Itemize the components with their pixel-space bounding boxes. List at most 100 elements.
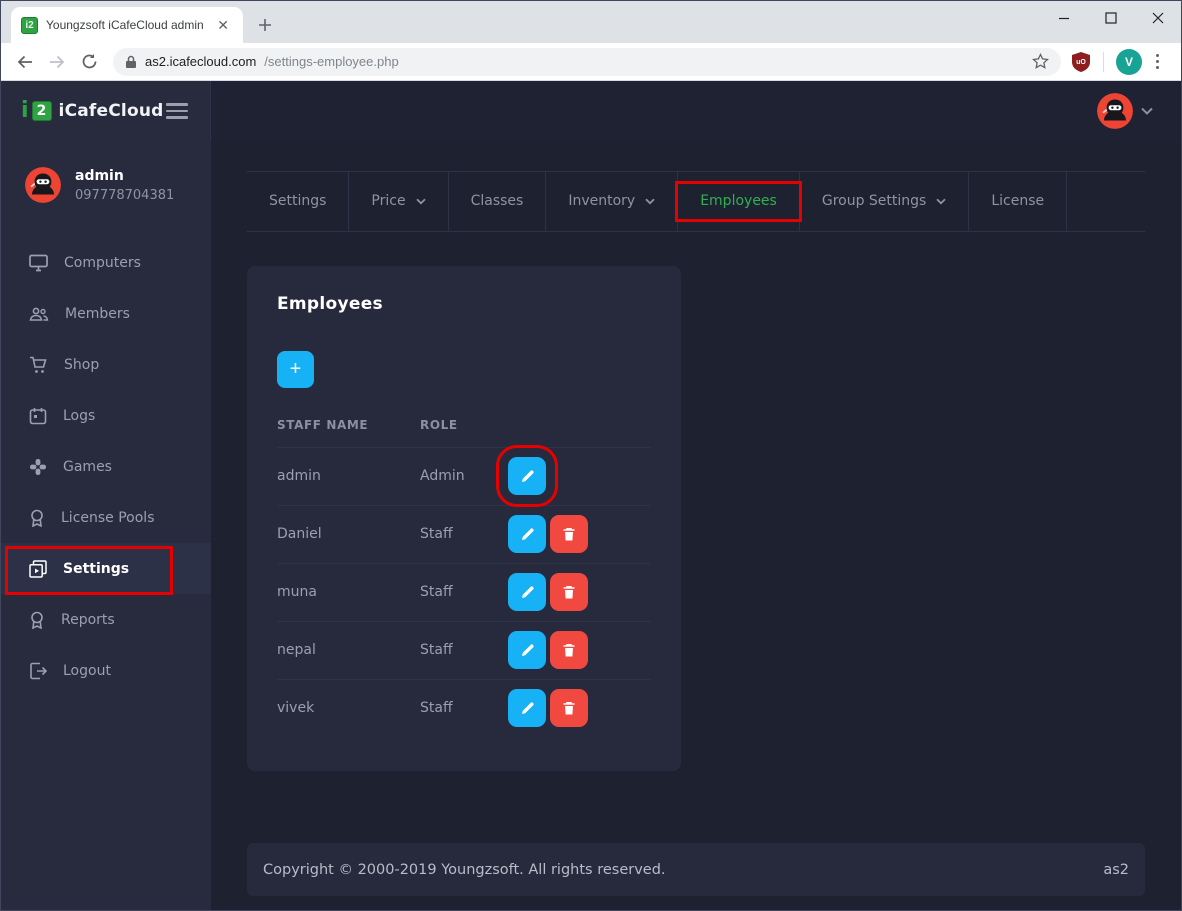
add-employee-button[interactable]: + bbox=[277, 351, 314, 388]
browser-profile-avatar[interactable]: V bbox=[1116, 49, 1142, 75]
sidebar-item-license-pools[interactable]: License Pools bbox=[1, 492, 211, 543]
tab-close-icon[interactable]: ✕ bbox=[213, 16, 233, 34]
tab-label: Employees bbox=[700, 193, 777, 209]
address-input[interactable]: as2.icafecloud.com/settings-employee.php bbox=[113, 48, 1061, 76]
browser-chrome: i2 Youngzsoft iCafeCloud admin ✕ bbox=[1, 1, 1181, 81]
tab-label: Price bbox=[371, 193, 405, 209]
employees-card: Employees + STAFF NAME ROLE admin Admin bbox=[247, 266, 681, 772]
trash-icon bbox=[562, 527, 576, 542]
cart-icon bbox=[29, 356, 48, 374]
column-header-actions bbox=[508, 402, 651, 448]
svg-text:uO: uO bbox=[1076, 59, 1086, 66]
chevron-down-icon bbox=[416, 198, 426, 205]
sidebar-item-members[interactable]: Members bbox=[1, 288, 211, 339]
sidebar-nav: Computers Members Shop Logs Games bbox=[1, 237, 211, 696]
sidebar-item-label: Reports bbox=[61, 612, 115, 628]
tab-label: Classes bbox=[471, 193, 524, 209]
layers-icon bbox=[29, 560, 47, 578]
sidebar-item-logout[interactable]: Logout bbox=[1, 645, 211, 696]
browser-tab[interactable]: i2 Youngzsoft iCafeCloud admin ✕ bbox=[11, 7, 243, 43]
divider bbox=[1103, 52, 1104, 72]
delete-button[interactable] bbox=[550, 573, 588, 611]
forward-icon bbox=[48, 53, 66, 71]
sidebar-item-logs[interactable]: Logs bbox=[1, 390, 211, 441]
reload-button[interactable] bbox=[75, 48, 103, 76]
sidebar-item-reports[interactable]: Reports bbox=[1, 594, 211, 645]
role-cell: Admin bbox=[420, 447, 508, 505]
calendar-icon bbox=[29, 407, 47, 425]
tab-bar: i2 Youngzsoft iCafeCloud admin ✕ bbox=[1, 1, 1181, 43]
edit-button[interactable] bbox=[508, 515, 546, 553]
sidebar-item-shop[interactable]: Shop bbox=[1, 339, 211, 390]
logo-i-glyph: i bbox=[21, 100, 29, 122]
url-domain: as2.icafecloud.com bbox=[145, 54, 256, 69]
hamburger-menu-icon[interactable] bbox=[164, 97, 190, 125]
browser-menu-icon[interactable] bbox=[1146, 54, 1171, 69]
table-row: muna Staff bbox=[277, 563, 651, 621]
employees-table: STAFF NAME ROLE admin Admin bbox=[277, 402, 651, 738]
sidebar-item-label: Computers bbox=[64, 255, 141, 271]
new-tab-button[interactable] bbox=[251, 11, 279, 39]
tab-employees[interactable]: Employees bbox=[678, 172, 800, 231]
main-area: Settings Price Classes Inventory Emplo bbox=[211, 81, 1181, 910]
staff-name-cell: muna bbox=[277, 563, 420, 621]
tab-group-settings[interactable]: Group Settings bbox=[800, 172, 970, 231]
table-row: nepal Staff bbox=[277, 621, 651, 679]
edit-button[interactable] bbox=[508, 631, 546, 669]
sidebar-item-settings[interactable]: Settings bbox=[1, 543, 211, 594]
trash-icon bbox=[562, 643, 576, 658]
sidebar-item-label: License Pools bbox=[61, 510, 155, 526]
members-icon bbox=[29, 306, 49, 322]
edit-button[interactable] bbox=[508, 457, 546, 495]
bookmark-star-icon[interactable] bbox=[1032, 53, 1049, 70]
sidebar-item-label: Settings bbox=[63, 561, 129, 577]
tab-license[interactable]: License bbox=[969, 172, 1067, 231]
card-title: Employees bbox=[277, 294, 651, 314]
sidebar-item-label: Members bbox=[65, 306, 130, 322]
forward-button[interactable] bbox=[43, 48, 71, 76]
brand-bar: i 2 iCafeCloud bbox=[1, 81, 211, 141]
role-cell: Staff bbox=[420, 621, 508, 679]
badge-icon bbox=[29, 611, 45, 629]
edit-button[interactable] bbox=[508, 689, 546, 727]
staff-name-cell: nepal bbox=[277, 621, 420, 679]
app-logo[interactable]: i 2 iCafeCloud bbox=[21, 100, 164, 122]
tab-label: License bbox=[991, 193, 1044, 209]
sidebar-item-games[interactable]: Games bbox=[1, 441, 211, 492]
tab-price[interactable]: Price bbox=[349, 172, 448, 231]
edit-button[interactable] bbox=[508, 573, 546, 611]
delete-button[interactable] bbox=[550, 631, 588, 669]
sidebar: i 2 iCafeCloud admin 097778704381 Comput… bbox=[1, 81, 211, 910]
maximize-button[interactable] bbox=[1087, 1, 1134, 35]
staff-name-cell: admin bbox=[277, 447, 420, 505]
chevron-down-icon[interactable] bbox=[1141, 107, 1153, 115]
back-button[interactable] bbox=[11, 48, 39, 76]
browser-window: i2 Youngzsoft iCafeCloud admin ✕ bbox=[0, 0, 1182, 911]
tab-classes[interactable]: Classes bbox=[449, 172, 547, 231]
role-cell: Staff bbox=[420, 679, 508, 737]
sidebar-user: admin 097778704381 bbox=[1, 141, 211, 223]
navbar-avatar-ninja-icon[interactable] bbox=[1097, 93, 1133, 129]
adblock-extension-icon[interactable]: uO bbox=[1071, 51, 1091, 73]
close-button[interactable] bbox=[1134, 1, 1181, 35]
sidebar-item-computers[interactable]: Computers bbox=[1, 237, 211, 288]
tab-settings[interactable]: Settings bbox=[247, 172, 349, 231]
trash-icon bbox=[562, 701, 576, 716]
tab-inventory[interactable]: Inventory bbox=[546, 172, 678, 231]
gamepad-icon bbox=[29, 458, 47, 476]
footer: Copyright © 2000-2019 Youngzsoft. All ri… bbox=[247, 843, 1145, 896]
table-row: vivek Staff bbox=[277, 679, 651, 737]
trash-icon bbox=[562, 585, 576, 600]
delete-button[interactable] bbox=[550, 515, 588, 553]
edit-pencil-icon bbox=[520, 527, 535, 542]
tab-label: Group Settings bbox=[822, 193, 927, 209]
role-cell: Staff bbox=[420, 563, 508, 621]
delete-button[interactable] bbox=[550, 689, 588, 727]
table-row: Daniel Staff bbox=[277, 505, 651, 563]
window-controls bbox=[1040, 1, 1181, 35]
logout-icon bbox=[29, 662, 47, 680]
tab-title: Youngzsoft iCafeCloud admin bbox=[46, 18, 205, 32]
minimize-button[interactable] bbox=[1040, 1, 1087, 35]
column-header-staff-name: STAFF NAME bbox=[277, 402, 420, 448]
maximize-icon bbox=[1105, 12, 1117, 24]
